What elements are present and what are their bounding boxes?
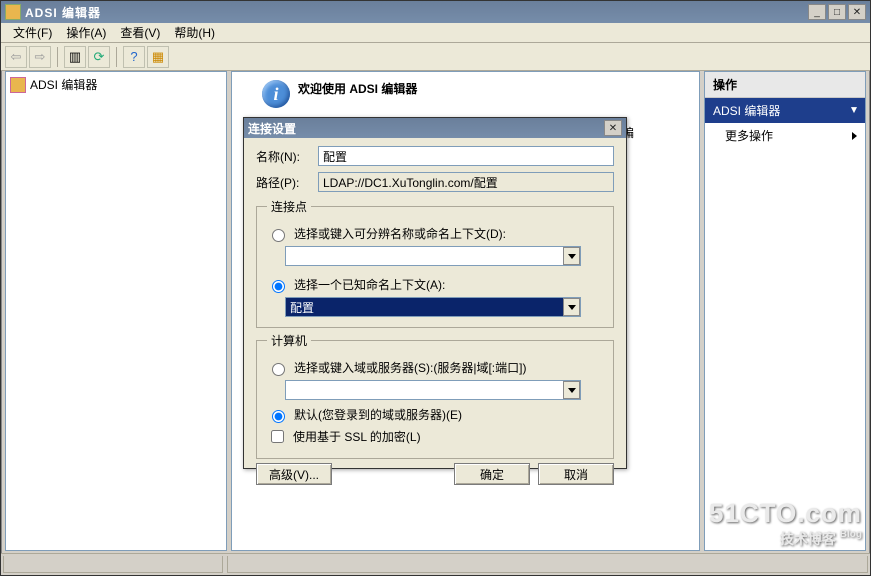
actions-more[interactable]: 更多操作 [705,123,865,148]
toolbar-separator [116,47,117,67]
columns-button[interactable]: ▦ [147,46,169,68]
chevron-right-icon [852,132,857,140]
actions-selected-label: ADSI 编辑器 [713,102,780,119]
tree-panel: ADSI 编辑器 [5,71,227,551]
watermark-line2: 技术博客 Blog [709,529,862,549]
chevron-down-icon [568,254,576,259]
radio-server[interactable] [272,363,285,376]
info-icon: i [262,80,290,108]
tree-root-item[interactable]: ADSI 编辑器 [10,76,222,93]
actions-selected[interactable]: ADSI 编辑器 ▴ [705,98,865,123]
known-context-value: 配置 [290,299,314,316]
radio-dn-label: 选择或键入可分辨名称或命名上下文(D): [294,225,506,242]
dialog-close-button[interactable]: ✕ [604,120,622,136]
menu-view[interactable]: 查看(V) [114,22,166,43]
maximize-button[interactable]: □ [828,4,846,20]
status-right [227,556,868,573]
watermark-line1: 51CTO.com [709,498,862,529]
dialog-title: 连接设置 [248,120,604,137]
ssl-label: 使用基于 SSL 的加密(L) [293,428,421,445]
advanced-button[interactable]: 高级(V)... [256,463,332,485]
name-input[interactable] [318,146,614,166]
status-left [3,556,223,573]
menu-action[interactable]: 操作(A) [60,22,112,43]
help-button[interactable]: ? [123,46,145,68]
path-label: 路径(P): [256,174,318,191]
path-input [318,172,614,192]
menu-help[interactable]: 帮助(H) [168,22,221,43]
menu-file[interactable]: 文件(F) [7,22,58,43]
close-button[interactable]: ✕ [848,4,866,20]
server-combobox[interactable] [285,380,581,400]
cancel-button[interactable]: 取消 [538,463,614,485]
dialog-title-bar: 连接设置 ✕ [244,118,626,138]
actions-more-label: 更多操作 [725,127,773,144]
computer-group: 计算机 选择或键入域或服务器(S):(服务器|域[:端口]) 默认(您登录到的域… [256,332,614,459]
computer-legend: 计算机 [267,332,311,349]
name-label: 名称(N): [256,148,318,165]
connection-point-group: 连接点 选择或键入可分辨名称或命名上下文(D): 选择一个已知命名上下文(A):… [256,198,614,328]
dn-combobox[interactable] [285,246,581,266]
connection-settings-dialog: 连接设置 ✕ 名称(N): 路径(P): 连接点 选择或键入可分辨名称或命名上下… [243,117,627,469]
welcome-block: i 欢迎使用 ADSI 编辑器 [262,80,689,108]
toolbar-separator [57,47,58,67]
tree-root-label: ADSI 编辑器 [30,76,97,93]
radio-server-label: 选择或键入域或服务器(S):(服务器|域[:端口]) [294,359,526,376]
back-button[interactable]: ⇦ [5,46,27,68]
collapse-icon: ▴ [851,104,857,118]
dropdown-button[interactable] [563,381,580,399]
radio-known-context[interactable] [272,280,285,293]
radio-dn[interactable] [272,229,285,242]
ok-button[interactable]: 确定 [454,463,530,485]
main-window: ADSI 编辑器 _ □ ✕ 文件(F) 操作(A) 查看(V) 帮助(H) ⇦… [0,0,871,576]
known-context-combobox[interactable]: 配置 [285,297,581,317]
radio-default-server-label: 默认(您登录到的域或服务器)(E) [294,406,462,423]
actions-panel: 操作 ADSI 编辑器 ▴ 更多操作 [704,71,866,551]
minimize-button[interactable]: _ [808,4,826,20]
actions-header: 操作 [705,72,865,98]
window-title: ADSI 编辑器 [25,4,808,21]
refresh-button[interactable]: ⟳ [88,46,110,68]
toolbar: ⇦ ⇨ ▥ ⟳ ? ▦ [1,43,870,71]
forward-button[interactable]: ⇨ [29,46,51,68]
radio-default-server[interactable] [272,410,285,423]
dropdown-button[interactable] [563,247,580,265]
radio-known-context-label: 选择一个已知命名上下文(A): [294,276,445,293]
chevron-down-icon [568,305,576,310]
status-bar [1,553,870,575]
app-icon [5,4,21,20]
title-bar: ADSI 编辑器 _ □ ✕ [1,1,870,23]
show-hide-tree-button[interactable]: ▥ [64,46,86,68]
welcome-title: 欢迎使用 ADSI 编辑器 [298,82,417,96]
watermark: 51CTO.com 技术博客 Blog [709,498,862,549]
menu-bar: 文件(F) 操作(A) 查看(V) 帮助(H) [1,23,870,43]
adsi-editor-icon [10,77,26,93]
connection-point-legend: 连接点 [267,198,311,215]
dropdown-button[interactable] [563,298,580,316]
chevron-down-icon [568,388,576,393]
ssl-checkbox[interactable] [271,430,284,443]
